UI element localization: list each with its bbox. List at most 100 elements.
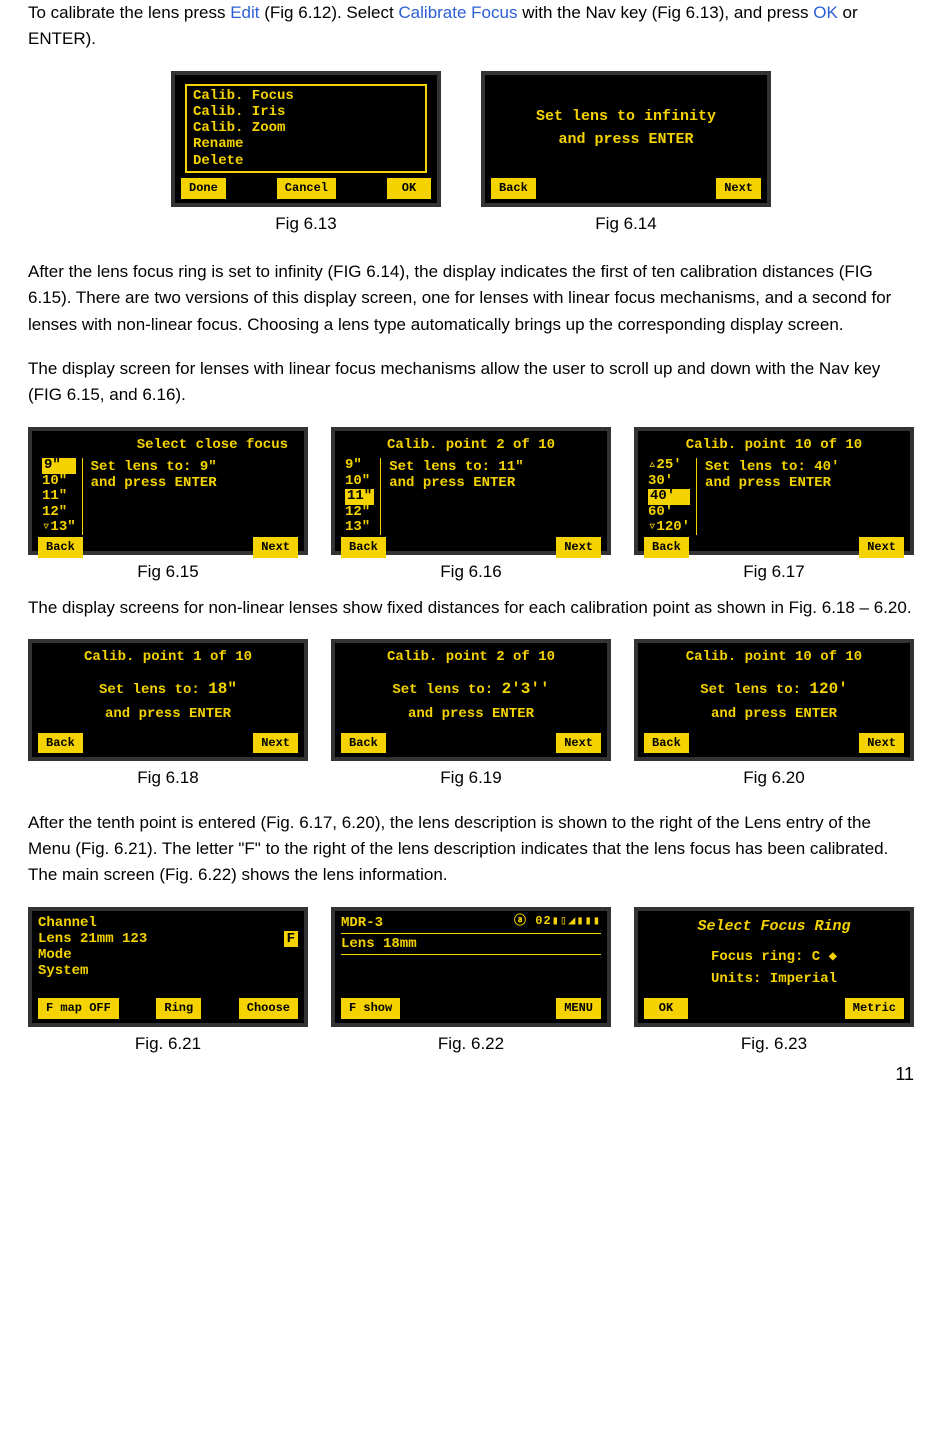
figure-row-2: Select close focus 9" 10" 11" 12" ▿13" S… [28, 427, 914, 585]
lcd-6-17: Calib. point 10 of 10 ▵25' 30' 40' 60' ▿… [634, 427, 914, 555]
figure-caption: Fig 6.18 [137, 765, 198, 791]
link-calibrate-focus: Calibrate Focus [398, 3, 517, 22]
menu-button[interactable]: MENU [556, 998, 601, 1019]
list-item: 13" [345, 520, 374, 535]
lcd-6-13: Calib. Focus Calib. Iris Calib. Zoom Ren… [171, 71, 441, 207]
distance-list: ▵25' 30' 40' 60' ▿120' [648, 458, 697, 535]
menu-item: Rename [193, 136, 419, 152]
ok-button[interactable]: OK [644, 998, 688, 1019]
lcd-text: Set lens to: [99, 682, 208, 698]
list-item: 12" [345, 505, 374, 520]
figure-caption: Fig 6.13 [275, 211, 336, 237]
figure-row-4: Channel Lens 21mm 123 F Mode System F ma… [28, 907, 914, 1057]
back-button[interactable]: Back [38, 537, 83, 558]
menu-line: Lens 21mm 123 [38, 931, 147, 947]
back-button[interactable]: Back [644, 733, 689, 754]
next-button[interactable]: Next [253, 733, 298, 754]
paragraph-5: After the tenth point is entered (Fig. 6… [28, 810, 914, 889]
lcd-title: Calib. point 1 of 10 [38, 647, 298, 669]
list-item: ▵25' [648, 458, 690, 473]
next-button[interactable]: Next [859, 537, 904, 558]
figure-6-20: Calib. point 10 of 10 Set lens to: 120' … [634, 639, 914, 791]
figure-caption: Fig 6.14 [595, 211, 656, 237]
figure-6-21: Channel Lens 21mm 123 F Mode System F ma… [28, 907, 308, 1057]
lcd-text: Focus ring: C ◆ [711, 946, 837, 968]
lcd-text: and press ENTER [389, 476, 523, 491]
menu-item: Calib. Zoom [193, 120, 419, 136]
menu-line: Channel [38, 915, 298, 931]
back-button[interactable]: Back [491, 178, 536, 199]
cancel-button[interactable]: Cancel [277, 178, 336, 199]
back-button[interactable]: Back [341, 733, 386, 754]
lcd-title: Calib. point 10 of 10 [644, 647, 904, 669]
lens-line: Lens 18mm [341, 936, 601, 955]
lcd-text: and press ENTER [91, 476, 217, 491]
figure-caption: Fig. 6.22 [438, 1031, 504, 1057]
figure-6-14: Set lens to infinity and press ENTER Bac… [481, 71, 771, 237]
lcd-6-16: Calib. point 2 of 10 9" 10" 11" 12" 13" … [331, 427, 611, 555]
ring-button[interactable]: Ring [156, 998, 201, 1019]
figure-6-19: Calib. point 2 of 10 Set lens to: 2'3'' … [331, 639, 611, 791]
menu-line: Mode [38, 947, 298, 963]
figure-caption: Fig 6.19 [440, 765, 501, 791]
paragraph-4: The display screens for non-linear lense… [28, 595, 914, 621]
next-button[interactable]: Next [859, 733, 904, 754]
lcd-6-23: Select Focus Ring Focus ring: C ◆ Units:… [634, 907, 914, 1027]
choose-button[interactable]: Choose [239, 998, 298, 1019]
paragraph-3: The display screen for lenses with linea… [28, 356, 914, 409]
lcd-text: and press ENTER [105, 703, 231, 725]
figure-6-15: Select close focus 9" 10" 11" 12" ▿13" S… [28, 427, 308, 585]
lcd-title: Calib. point 10 of 10 [644, 435, 904, 457]
page-number: 11 [28, 1061, 914, 1089]
next-button[interactable]: Next [716, 178, 761, 199]
lcd-text: Set lens to: 9" [91, 460, 217, 475]
paragraph-2: After the lens focus ring is set to infi… [28, 259, 914, 338]
lcd-text: and press ENTER [711, 703, 837, 725]
lcd-6-15: Select close focus 9" 10" 11" 12" ▿13" S… [28, 427, 308, 555]
lcd-6-18: Calib. point 1 of 10 Set lens to: 18" an… [28, 639, 308, 761]
menu-line: System [38, 963, 298, 979]
fmap-button[interactable]: F map OFF [38, 998, 119, 1019]
lcd-title: Select close focus [38, 435, 298, 457]
edit-menu: Calib. Focus Calib. Iris Calib. Zoom Ren… [185, 84, 427, 172]
list-item: 30' [648, 474, 690, 489]
list-item: ▿120' [648, 520, 690, 535]
metric-button[interactable]: Metric [845, 998, 904, 1019]
text: (Fig 6.12). Select [260, 3, 399, 22]
figure-row-3: Calib. point 1 of 10 Set lens to: 18" an… [28, 639, 914, 791]
list-item: 11" [42, 489, 76, 504]
menu-item: Calib. Iris [193, 104, 419, 120]
back-button[interactable]: Back [38, 733, 83, 754]
lcd-title: Calib. point 2 of 10 [341, 647, 601, 669]
figure-caption: Fig 6.15 [137, 559, 198, 585]
figure-caption: Fig 6.16 [440, 559, 501, 585]
text: with the Nav key (Fig 6.13), and press [517, 3, 813, 22]
list-item: 11" [345, 489, 374, 504]
lcd-text: Set lens to infinity [536, 105, 716, 128]
lcd-text: and press ENTER [558, 128, 693, 151]
link-ok: OK [813, 3, 838, 22]
back-button[interactable]: Back [341, 537, 386, 558]
distance-list: 9" 10" 11" 12" 13" [345, 458, 381, 535]
list-item: 9" [42, 458, 76, 473]
calibrated-badge: F [284, 931, 298, 947]
next-button[interactable]: Next [556, 733, 601, 754]
lcd-6-14: Set lens to infinity and press ENTER Bac… [481, 71, 771, 207]
lcd-6-21: Channel Lens 21mm 123 F Mode System F ma… [28, 907, 308, 1027]
figure-row-1: Calib. Focus Calib. Iris Calib. Zoom Ren… [28, 71, 914, 237]
fshow-button[interactable]: F show [341, 998, 400, 1019]
lcd-text: Set lens to: [392, 682, 501, 698]
list-item: 10" [345, 474, 374, 489]
figure-6-23: Select Focus Ring Focus ring: C ◆ Units:… [634, 907, 914, 1057]
back-button[interactable]: Back [644, 537, 689, 558]
figure-6-16: Calib. point 2 of 10 9" 10" 11" 12" 13" … [331, 427, 611, 585]
ok-button[interactable]: OK [387, 178, 431, 199]
next-button[interactable]: Next [253, 537, 298, 558]
list-item: 40' [648, 489, 690, 504]
done-button[interactable]: Done [181, 178, 226, 199]
list-item: 9" [345, 458, 374, 473]
lcd-text: and press ENTER [408, 703, 534, 725]
lcd-value: 18" [208, 680, 237, 698]
figure-caption: Fig. 6.21 [135, 1031, 201, 1057]
next-button[interactable]: Next [556, 537, 601, 558]
